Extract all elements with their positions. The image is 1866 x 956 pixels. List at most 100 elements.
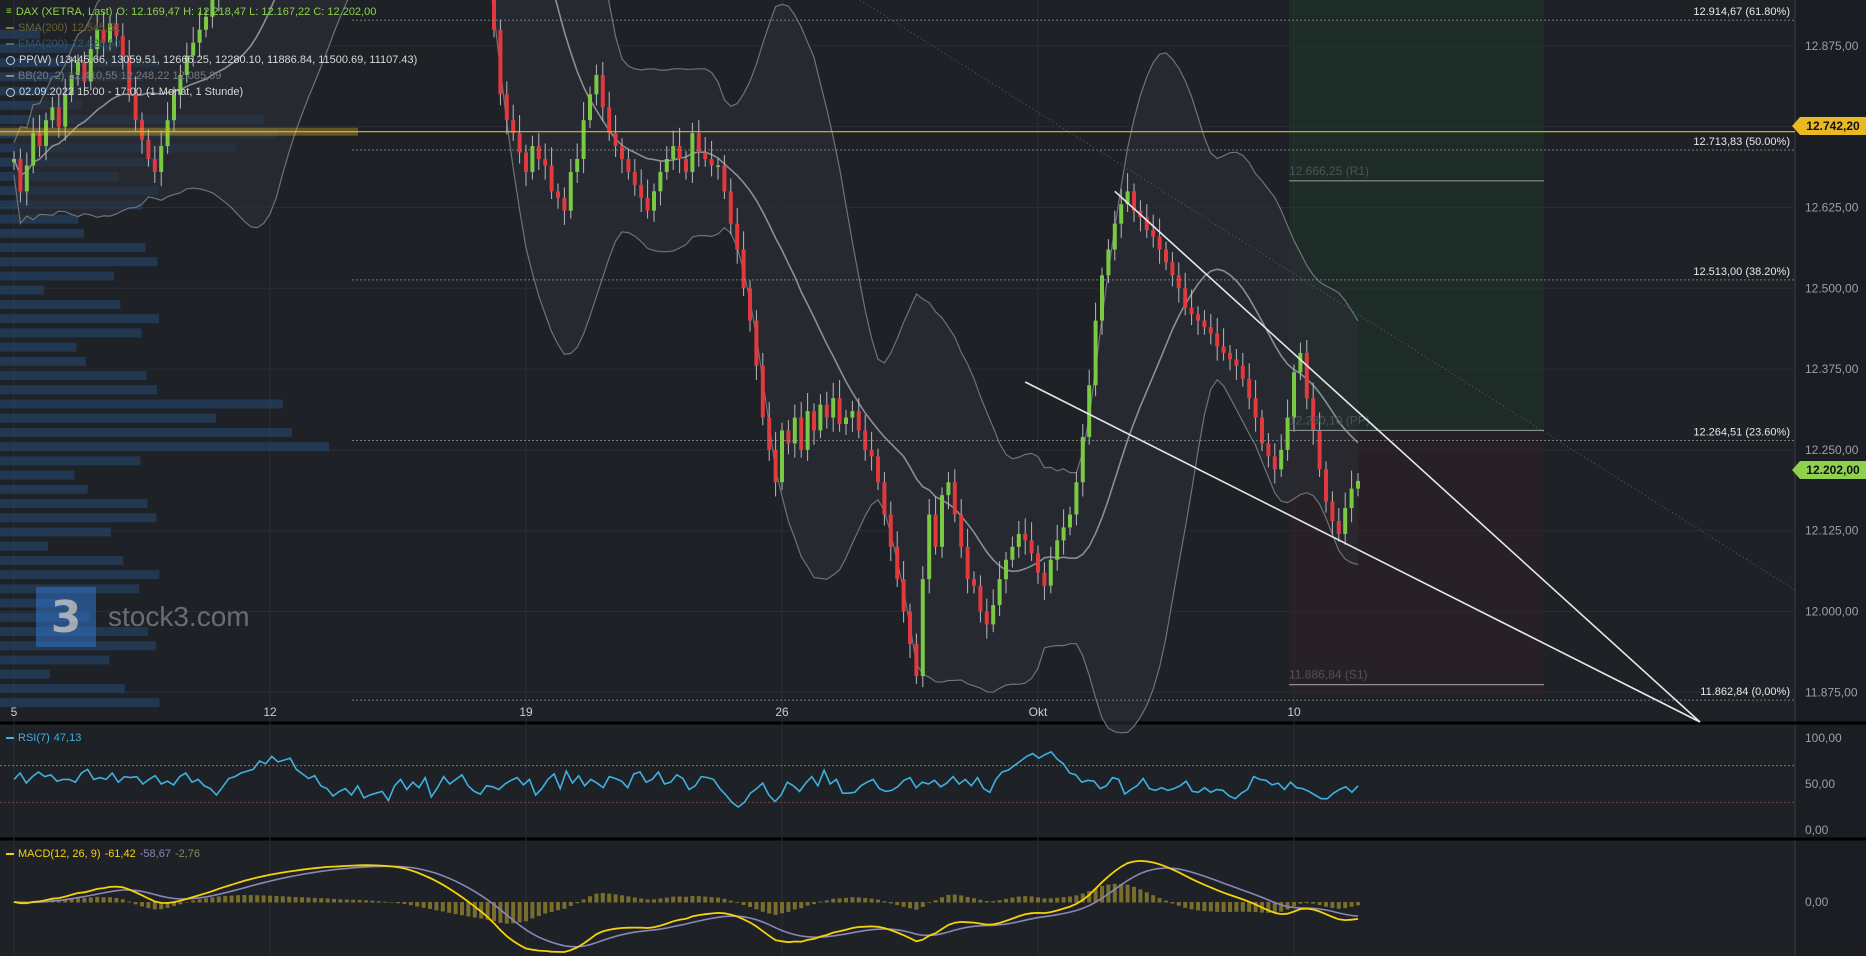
legend-range-row[interactable]: 02.09.2022 15:00 - 17:00 (1 Monat, 1 Stu… (6, 84, 417, 100)
rsi-value: 47,13 (53, 732, 82, 744)
candle-body (568, 171, 573, 211)
macd-histogram-bar (869, 898, 874, 903)
sma-swatch-icon (6, 27, 14, 29)
highlight-level-bar (0, 127, 358, 136)
legend-bb: BB(20, 2) (18, 70, 65, 82)
volume-profile-bar (0, 698, 160, 708)
macd-histogram-bar (1324, 902, 1328, 907)
macd-histogram-bar (1164, 900, 1168, 903)
candle-body (1164, 249, 1168, 263)
legend-pp-row[interactable]: PP(W) (13445.66, 13059.51, 12666.25, 122… (6, 52, 417, 68)
volume-profile-bar (0, 385, 158, 395)
candle-body (876, 456, 880, 483)
ema-swatch-icon (6, 43, 14, 45)
macd-swatch-icon (6, 853, 14, 855)
macd-histogram-bar (728, 900, 733, 903)
candle-body (1234, 359, 1239, 366)
macd-histogram-bar (1132, 886, 1136, 903)
macd-histogram-bar (690, 895, 695, 903)
candle-body (824, 404, 829, 418)
volume-profile-bar (0, 299, 121, 309)
macd-histogram-bar (1010, 897, 1015, 903)
candle-body (780, 430, 784, 483)
rsi-legend[interactable]: RSI(7) 47,13 (6, 732, 81, 744)
candle-body (716, 165, 720, 167)
candle-body (709, 158, 714, 166)
macd-histogram-bar (741, 902, 746, 905)
macd-histogram-bar (1208, 902, 1213, 912)
macd-histogram-bar (280, 896, 285, 903)
macd-histogram-bar (786, 902, 791, 912)
macd-histogram-bar (780, 902, 784, 914)
candle-body (18, 158, 23, 192)
y-tick-label: 12.250,00 (1805, 443, 1859, 457)
candle-body (760, 365, 765, 418)
x-tick-label: 12 (263, 705, 277, 719)
macd-histogram-bar (824, 900, 829, 903)
candle-body (856, 411, 861, 431)
legend-ema-row[interactable]: EMA(200) 12.628,60 (6, 36, 417, 52)
y-tick-label: 12.125,00 (1805, 524, 1859, 538)
candle-body (1292, 372, 1296, 418)
x-tick-label: 19 (519, 705, 533, 719)
macd-histogram-bar (652, 899, 656, 903)
candle-body (792, 417, 797, 444)
candle-body (997, 579, 1002, 606)
y-tick-label: 11.875,00 (1805, 685, 1858, 699)
x-tick-label: Okt (1029, 705, 1048, 719)
legend-title[interactable]: DAX (XETRA, Last) (16, 4, 113, 20)
legend-bb-row[interactable]: BB(20, 2) 12.410,55 12.248,22 12.085,89 (6, 68, 417, 84)
x-tick-label: 26 (775, 705, 789, 719)
bb-swatch-icon (6, 75, 14, 77)
candle-body (31, 133, 36, 166)
candle-body (581, 120, 586, 159)
volume-profile-bar (0, 669, 51, 679)
y-tick-label: 12.500,00 (1805, 281, 1859, 295)
candle-body (1036, 553, 1040, 573)
candle-body (492, 0, 496, 30)
volume-profile-bar (0, 427, 292, 437)
candle-body (562, 197, 567, 211)
macd-histogram-bar (1336, 902, 1341, 909)
candle-body (1189, 307, 1194, 315)
candle-body (645, 197, 650, 211)
candle-body (844, 417, 848, 425)
volume-profile-bar (0, 527, 111, 537)
legend-ema: EMA(200) (18, 38, 68, 50)
rsi-swatch-icon (6, 737, 14, 739)
fib-label: 12.513,00 (38.20%) (1693, 266, 1790, 278)
candle-body (1023, 533, 1028, 541)
macd-histogram-bar (82, 897, 87, 903)
macd-histogram-bar (1221, 902, 1226, 912)
macd-histogram-bar (242, 895, 247, 903)
legend-sma-row[interactable]: SMA(200) 12.545,51 (6, 20, 417, 36)
chart-type-icon[interactable]: ≡ (6, 4, 12, 20)
candle-body (1042, 572, 1047, 586)
candle-body (575, 158, 580, 172)
macd-histogram-bar (127, 901, 132, 903)
legend-pp-values: (13445.66, 13059.51, 12666.25, 12280.10,… (55, 54, 418, 66)
macd-histogram-bar (1074, 895, 1079, 903)
candle-body (946, 482, 951, 496)
macd-histogram-bar (415, 902, 420, 907)
macd-label: MACD(12, 26, 9) (18, 848, 101, 860)
macd-histogram-bar (594, 893, 599, 903)
macd-histogram-bar (152, 902, 157, 910)
candle-body (888, 514, 893, 547)
macd-histogram-bar (312, 897, 317, 903)
macd-value-3: -2,76 (174, 848, 201, 860)
macd-histogram-bar (709, 897, 714, 903)
macd-histogram-bar (613, 894, 618, 903)
macd-histogram-bar (300, 897, 304, 903)
macd-histogram-bar (1157, 897, 1162, 903)
candle-body (1208, 327, 1213, 334)
candle-body (1151, 230, 1156, 237)
macd-histogram-bar (114, 897, 119, 903)
macd-histogram-bar (568, 902, 573, 906)
candle-body (1068, 514, 1072, 528)
candle-body (1029, 540, 1034, 554)
candle-body (652, 191, 656, 211)
macd-legend[interactable]: MACD(12, 26, 9) -61,42 -58,67 -2,76 (6, 848, 200, 860)
volume-profile-bar (0, 683, 125, 693)
candle-body (1279, 449, 1284, 470)
